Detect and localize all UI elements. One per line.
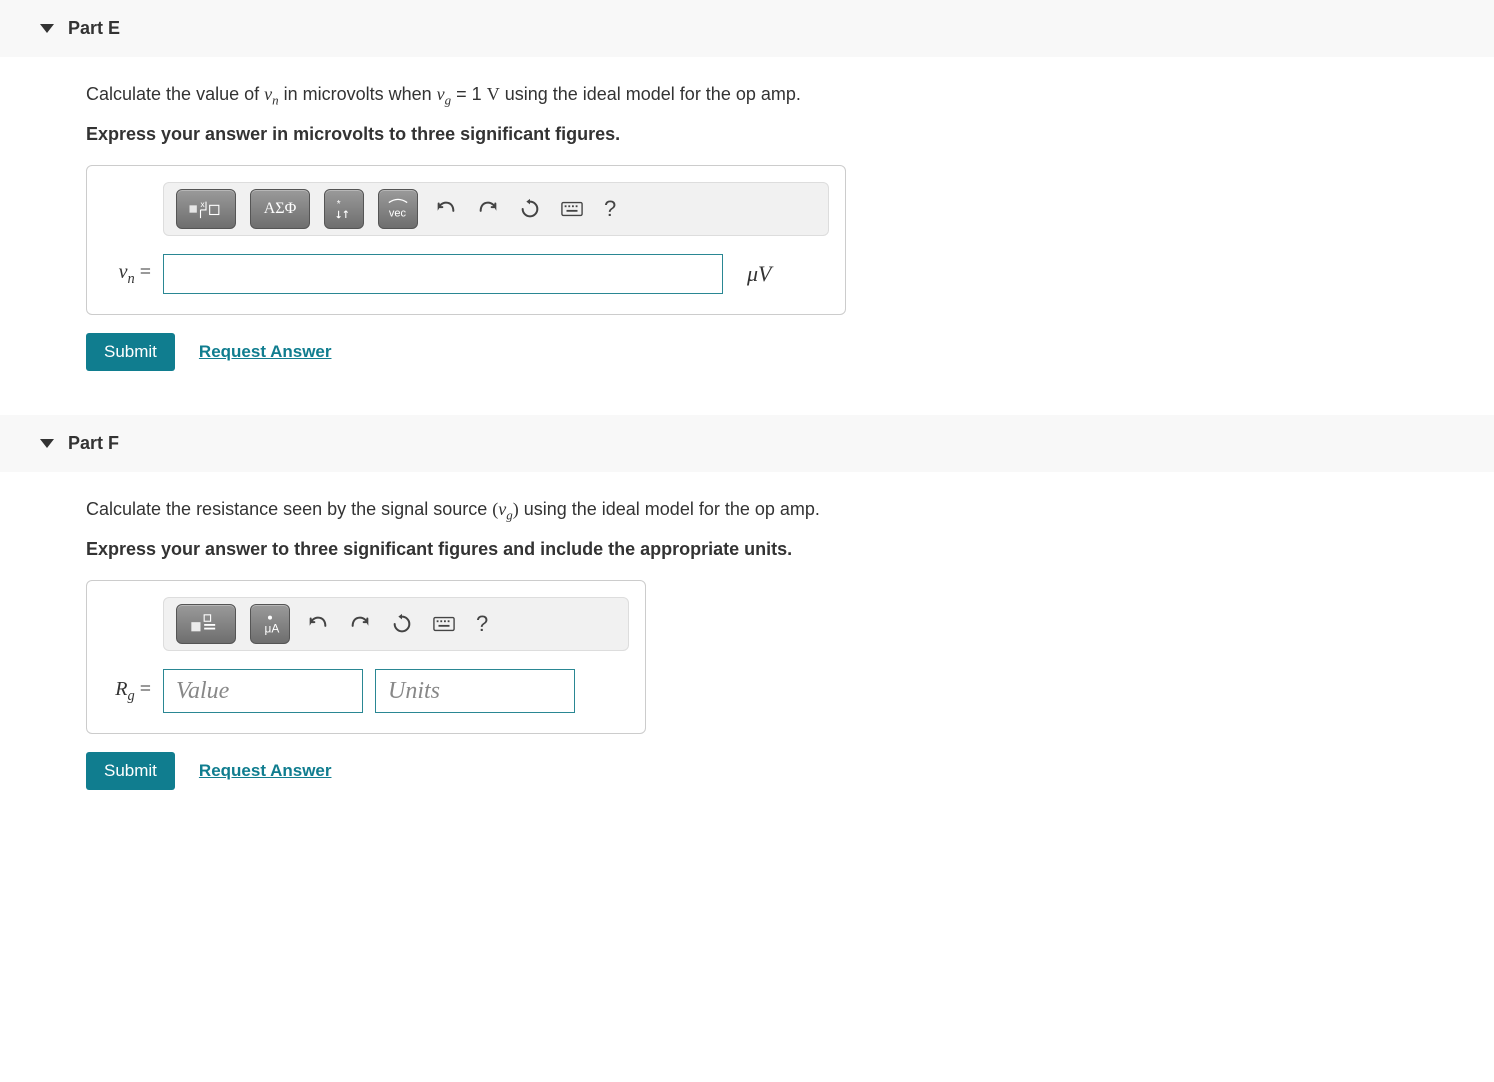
units-input[interactable] [375,669,575,713]
text: ΑΣΦ [264,200,297,218]
svg-text:vec: vec [389,207,407,219]
undo-icon[interactable] [304,610,332,638]
svg-text:*: * [337,199,341,210]
value-input[interactable] [163,669,363,713]
text: = [135,678,151,700]
text: R [115,678,127,700]
part-f-body: Calculate the resistance seen by the sig… [0,472,1494,814]
text: g [128,688,135,704]
part-e-title: Part E [68,18,120,39]
text: v [264,84,272,104]
reset-icon[interactable] [388,610,416,638]
part-f-answer-box: μA ? Rg = [86,580,646,734]
part-e-answer-box: x ΑΣΦ * vec [86,165,846,315]
text: = 1 [451,84,487,104]
var-vg-paren: (vg) [492,499,518,519]
text: Calculate the resistance seen by the sig… [86,499,492,519]
submit-button[interactable]: Submit [86,752,175,790]
part-e-section: Part E Calculate the value of vn in micr… [0,0,1494,395]
help-icon[interactable]: ? [472,611,492,637]
part-f-answer-row: Rg = [103,669,629,713]
answer-unit: μV [747,261,771,287]
request-answer-link[interactable]: Request Answer [199,342,332,362]
redo-icon[interactable] [346,610,374,638]
part-e-prompt: Calculate the value of vn in microvolts … [86,81,1464,110]
templates-button[interactable] [176,604,236,644]
units-button[interactable]: μA [250,604,290,644]
text: v [119,261,128,283]
part-e-body: Calculate the value of vn in microvolts … [0,57,1494,395]
part-f-title: Part F [68,433,119,454]
text: Calculate the value of [86,84,264,104]
text: = [135,261,151,283]
text: v [437,84,445,104]
keyboard-icon[interactable] [558,195,586,223]
chevron-down-icon [40,439,54,448]
greek-button[interactable]: ΑΣΦ [250,189,310,229]
text: n [128,271,135,287]
submit-button[interactable]: Submit [86,333,175,371]
part-e-answer-row: vn = μV [103,254,829,294]
answer-input[interactable] [163,254,723,294]
svg-text:μA: μA [265,621,280,635]
text: using the ideal model for the op amp. [500,84,801,104]
part-e-toolbar: x ΑΣΦ * vec [163,182,829,236]
part-f-prompt: Calculate the resistance seen by the sig… [86,496,1464,525]
reset-icon[interactable] [516,195,544,223]
vec-button[interactable]: vec [378,189,418,229]
text: V [487,84,500,104]
scripts-button[interactable]: * [324,189,364,229]
request-answer-link[interactable]: Request Answer [199,761,332,781]
part-f-header[interactable]: Part F [0,415,1494,472]
templates-button[interactable]: x [176,189,236,229]
answer-var-label: vn = [103,261,151,288]
part-f-toolbar: μA ? [163,597,629,651]
part-f-actions: Submit Request Answer [86,752,1464,790]
text: using the ideal model for the op amp. [519,499,820,519]
var-vg: vg [437,84,451,104]
undo-icon[interactable] [432,195,460,223]
var-vn: vn [264,84,278,104]
redo-icon[interactable] [474,195,502,223]
part-f-section: Part F Calculate the resistance seen by … [0,415,1494,814]
part-e-actions: Submit Request Answer [86,333,1464,371]
part-e-header[interactable]: Part E [0,0,1494,57]
part-e-instruction: Express your answer in microvolts to thr… [86,124,1464,145]
answer-var-label: Rg = [103,678,151,705]
part-f-instruction: Express your answer to three significant… [86,539,1464,560]
keyboard-icon[interactable] [430,610,458,638]
chevron-down-icon [40,24,54,33]
svg-text:x: x [201,200,206,209]
help-icon[interactable]: ? [600,196,620,222]
text: in microvolts when [279,84,437,104]
